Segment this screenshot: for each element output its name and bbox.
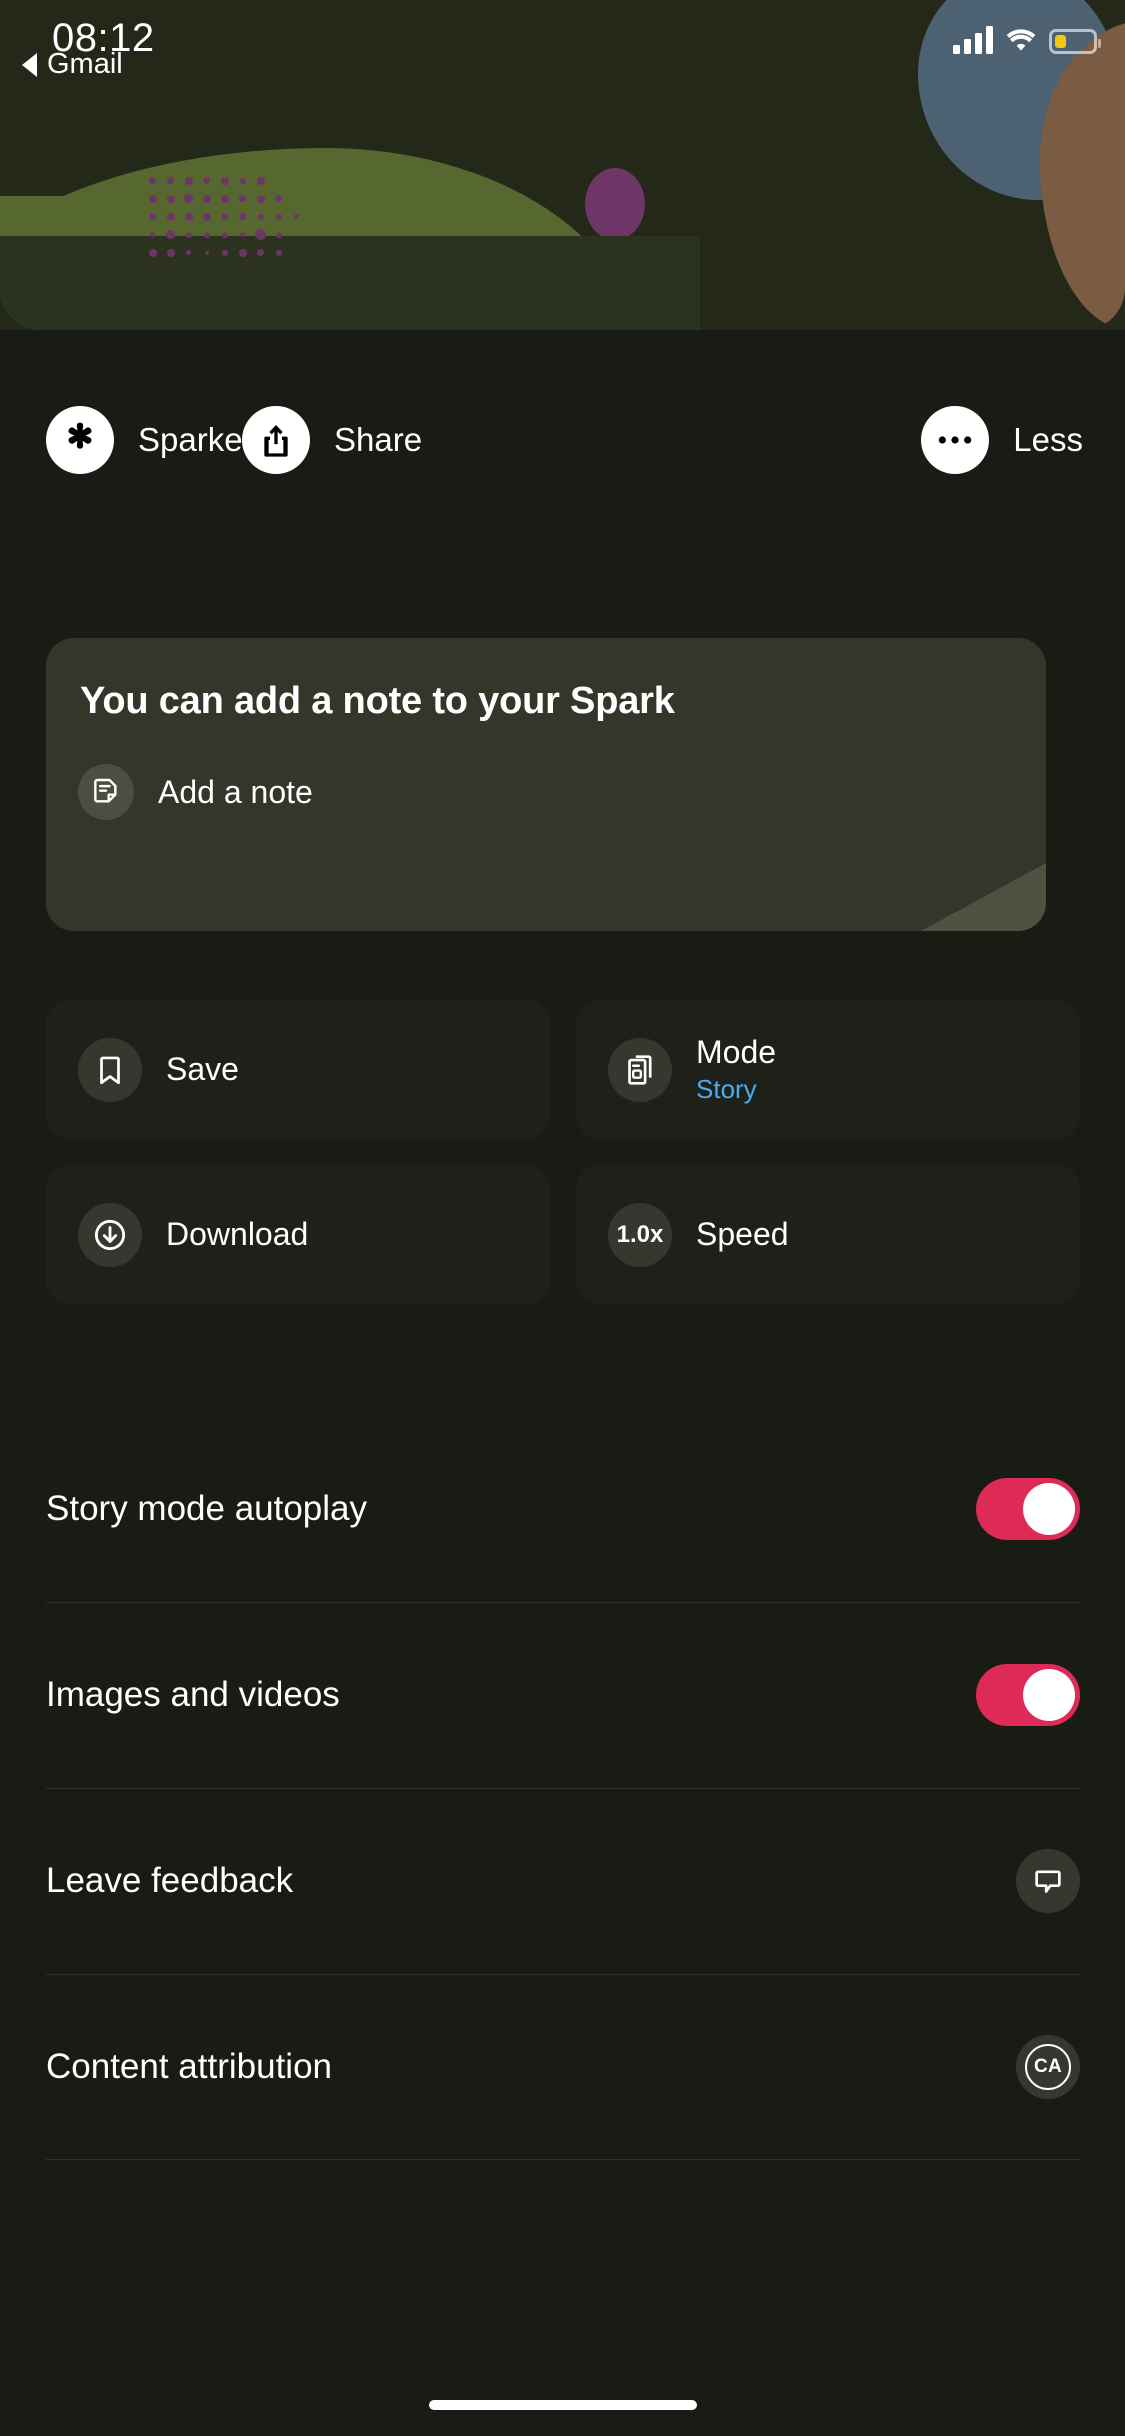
story-mode-autoplay-label: Story mode autoplay xyxy=(46,1489,368,1528)
comment-icon[interactable] xyxy=(1016,1849,1080,1913)
note-icon xyxy=(78,764,134,820)
content-attribution-badge: CA xyxy=(1025,2044,1071,2090)
add-note-card[interactable]: You can add a note to your Spark Add a n… xyxy=(46,638,1046,931)
setting-row-content-attribution[interactable]: Content attribution CA xyxy=(46,1974,1080,2160)
speed-tile[interactable]: 1.0x Speed xyxy=(576,1165,1080,1304)
images-and-videos-label: Images and videos xyxy=(46,1675,340,1714)
spark-icon xyxy=(46,406,114,474)
add-note-label: Add a note xyxy=(158,773,313,810)
illustration-dot-grid xyxy=(148,176,308,257)
mode-label: Mode xyxy=(696,1034,777,1071)
illustration-dark-band xyxy=(0,236,700,330)
less-label: Less xyxy=(1013,421,1083,458)
download-icon xyxy=(78,1202,142,1267)
back-to-app-button[interactable]: Gmail xyxy=(22,48,123,81)
back-triangle-icon xyxy=(22,52,37,77)
cellular-signal-icon xyxy=(953,26,993,54)
settings-list: Story mode autoplay Images and videos Le… xyxy=(46,1416,1080,2160)
status-bar: 08:12 Gmail xyxy=(0,0,1125,140)
phone-screen: 08:12 Gmail Sparked Share Less You can a… xyxy=(0,0,1125,2436)
note-card-title: You can add a note to your Spark xyxy=(80,680,675,722)
download-tile[interactable]: Download xyxy=(46,1165,550,1304)
sparked-button[interactable]: Sparked xyxy=(46,390,261,490)
pages-icon xyxy=(608,1037,672,1102)
images-and-videos-toggle[interactable] xyxy=(976,1664,1080,1726)
download-label: Download xyxy=(166,1215,309,1252)
share-label: Share xyxy=(334,421,423,458)
save-label: Save xyxy=(166,1050,239,1087)
share-icon xyxy=(242,406,310,474)
speed-badge: 1.0x xyxy=(608,1202,672,1267)
share-button[interactable]: Share xyxy=(242,390,422,490)
system-icons xyxy=(953,26,1101,54)
mode-value: Story xyxy=(696,1073,757,1104)
illustration-purple-dot xyxy=(585,168,645,240)
more-dots-icon xyxy=(921,406,990,474)
leave-feedback-label: Leave feedback xyxy=(46,1861,294,1900)
less-button[interactable]: Less xyxy=(921,390,1083,490)
action-tile-grid: Save Mode Story Download 1.0x Speed xyxy=(46,1000,1080,1330)
battery-low-icon xyxy=(1049,29,1101,54)
setting-row-story-mode-autoplay[interactable]: Story mode autoplay xyxy=(46,1416,1080,1602)
action-row: Sparked Share Less xyxy=(0,390,1125,500)
wifi-icon xyxy=(1004,26,1038,54)
setting-row-leave-feedback[interactable]: Leave feedback xyxy=(46,1788,1080,1974)
story-mode-autoplay-toggle[interactable] xyxy=(976,1478,1080,1540)
speed-value: 1.0x xyxy=(616,1220,664,1248)
mode-tile[interactable]: Mode Story xyxy=(576,1000,1080,1139)
home-indicator[interactable] xyxy=(428,2400,697,2410)
speed-label: Speed xyxy=(696,1215,789,1252)
save-tile[interactable]: Save xyxy=(46,1000,550,1139)
tile-row-2: Download 1.0x Speed xyxy=(46,1165,1080,1304)
bookmark-icon xyxy=(78,1037,142,1102)
tile-row-1: Save Mode Story xyxy=(46,1000,1080,1139)
add-note-button[interactable]: Add a note xyxy=(78,764,313,820)
content-attribution-label: Content attribution xyxy=(46,2047,333,2086)
back-app-label: Gmail xyxy=(47,48,123,80)
content-attribution-icon[interactable]: CA xyxy=(1016,2035,1080,2099)
setting-row-images-and-videos[interactable]: Images and videos xyxy=(46,1602,1080,1788)
